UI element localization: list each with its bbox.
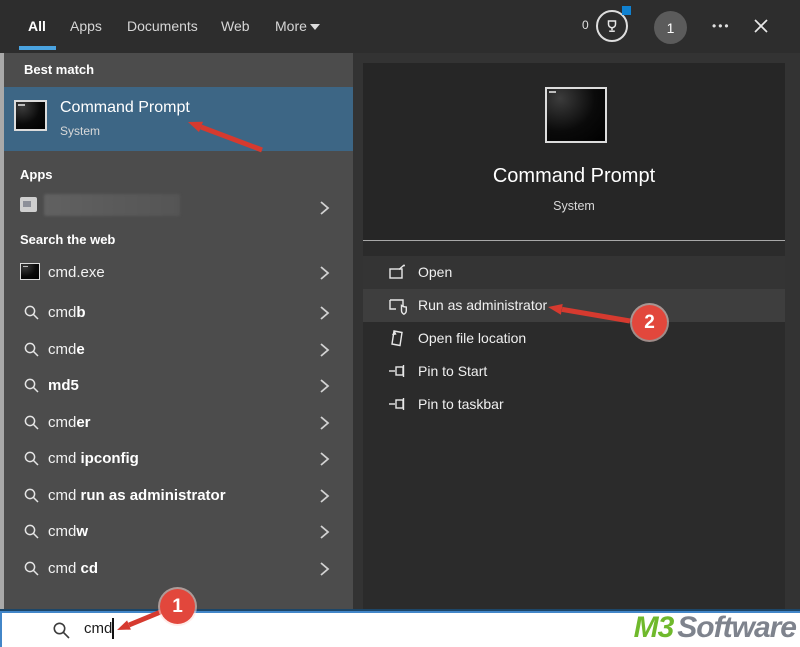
chevron-right-icon [319, 524, 330, 545]
search-suggestion[interactable]: cmder [4, 405, 353, 441]
step-number: 1 [172, 596, 183, 618]
app-icon [20, 197, 37, 212]
tab-web[interactable]: Web [221, 18, 250, 34]
command-prompt-icon-large [545, 87, 607, 143]
step-number: 2 [644, 312, 655, 334]
app-result-redacted[interactable] [4, 190, 353, 226]
command-prompt-icon [14, 100, 47, 131]
text-caret [112, 618, 114, 639]
notification-badge [622, 6, 631, 15]
result-title: Command Prompt [60, 99, 190, 117]
chevron-right-icon [319, 451, 330, 472]
action-open-file-location[interactable]: Open file location [363, 322, 785, 355]
suggestion-label: cmdb [48, 304, 86, 321]
search-suggestion[interactable]: cmdb [4, 295, 353, 331]
tab-all[interactable]: All [28, 18, 46, 34]
best-match-header: Best match [24, 62, 94, 77]
search-the-web-header: Search the web [20, 232, 115, 247]
search-flyout-window: All Apps Documents Web More 0 1 ••• Best… [0, 0, 800, 647]
search-filter-bar: All Apps Documents Web More 0 1 ••• [0, 0, 800, 53]
search-query-text: cmd [84, 620, 112, 637]
results-panel: Best match Command Prompt System Apps Se… [4, 53, 353, 612]
logo-m3: M3 [634, 611, 674, 644]
search-suggestion[interactable]: cmd run as administrator [4, 478, 353, 514]
action-open[interactable]: Open [363, 256, 785, 289]
close-icon[interactable] [752, 17, 770, 35]
search-suggestion[interactable]: cmd cd [4, 551, 353, 587]
step-badge-2: 2 [632, 305, 667, 340]
tab-apps[interactable]: Apps [70, 18, 102, 34]
search-icon [23, 450, 40, 472]
suggestion-label: md5 [48, 377, 79, 394]
m3-software-logo: M3Software [576, 611, 796, 645]
apps-header: Apps [20, 167, 53, 182]
chevron-down-icon[interactable] [310, 24, 320, 30]
avatar-count: 1 [667, 20, 675, 36]
best-match-result-command-prompt[interactable]: Command Prompt System [4, 87, 353, 151]
file-location-icon [388, 329, 407, 353]
preview-hero: Command Prompt System [363, 63, 785, 240]
search-suggestion[interactable]: cmd ipconfig [4, 441, 353, 477]
search-icon [23, 304, 40, 326]
suggestion-label: cmde [48, 341, 85, 358]
chevron-right-icon [319, 378, 330, 399]
chevron-right-icon [319, 265, 330, 286]
search-icon [23, 414, 40, 436]
chevron-right-icon [319, 305, 330, 326]
avatar[interactable]: 1 [654, 11, 687, 44]
active-tab-underline [19, 46, 56, 50]
search-icon [23, 377, 40, 399]
cmd-exe-icon [20, 263, 40, 280]
action-pin-to-taskbar[interactable]: Pin to taskbar [363, 388, 785, 421]
search-icon [23, 523, 40, 545]
redacted-app-name [44, 194, 180, 216]
suggestion-label: cmd cd [48, 560, 98, 577]
result-subtitle: System [60, 124, 100, 138]
logo-software: Software [677, 611, 796, 644]
preview-title: Command Prompt [363, 165, 785, 188]
search-suggestion[interactable]: md5 [4, 368, 353, 404]
suggestion-label: cmd run as administrator [48, 487, 226, 504]
search-icon [52, 621, 71, 645]
suggestion-label: cmdw [48, 523, 88, 540]
pin-icon [388, 395, 408, 418]
chevron-right-icon [319, 488, 330, 509]
search-icon [23, 560, 40, 582]
suggestion-label: cmder [48, 414, 91, 431]
preview-subtitle: System [363, 199, 785, 213]
web-result-cmd-exe[interactable]: cmd.exe [4, 255, 353, 291]
tab-documents[interactable]: Documents [127, 18, 198, 34]
action-label: Open [418, 264, 452, 280]
pin-icon [388, 362, 408, 385]
action-label: Open file location [418, 330, 526, 346]
chevron-right-icon [319, 415, 330, 436]
action-label: Pin to Start [418, 363, 487, 379]
open-window-icon [388, 263, 407, 287]
chevron-right-icon [319, 200, 330, 221]
rewards-count: 0 [582, 18, 589, 32]
more-options-icon[interactable]: ••• [712, 19, 731, 33]
action-label: Pin to taskbar [418, 396, 504, 412]
chevron-right-icon [319, 342, 330, 363]
action-pin-to-start[interactable]: Pin to Start [363, 355, 785, 388]
web-result-label: cmd.exe [48, 264, 105, 281]
search-suggestion[interactable]: cmdw [4, 514, 353, 550]
preview-panel: Command Prompt System Open Run as admini… [363, 63, 785, 612]
search-suggestion[interactable]: cmde [4, 332, 353, 368]
step-badge-1: 1 [160, 589, 195, 624]
suggestion-label: cmd ipconfig [48, 450, 139, 467]
chevron-right-icon [319, 561, 330, 582]
search-icon [23, 487, 40, 509]
search-icon [23, 341, 40, 363]
admin-shield-icon [388, 296, 408, 321]
tab-more[interactable]: More [275, 18, 307, 34]
divider [363, 240, 785, 241]
action-label: Run as administrator [418, 297, 547, 313]
action-run-as-administrator[interactable]: Run as administrator [363, 289, 785, 322]
